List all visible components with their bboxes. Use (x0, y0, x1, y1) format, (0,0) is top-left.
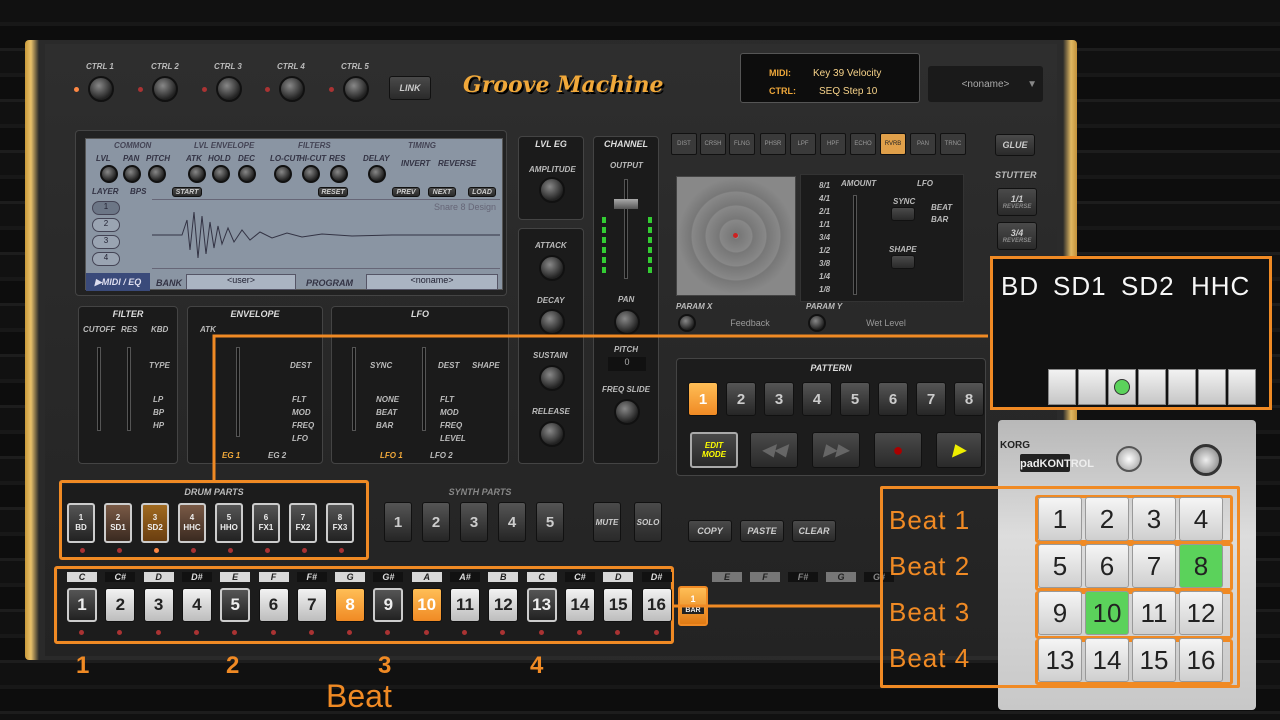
hw-pad-button[interactable]: 14 (1085, 638, 1129, 682)
hw-pad-button[interactable]: 12 (1179, 591, 1223, 635)
hw-pad-button[interactable]: 13 (1038, 638, 1082, 682)
hw-pad[interactable] (1198, 369, 1226, 405)
hw-pad-button[interactable]: 9 (1038, 591, 1082, 635)
pad-top-overlay: BD SD1 SD2 HHC (990, 256, 1272, 410)
hw-pad[interactable] (1108, 369, 1136, 405)
hw-pad-button[interactable]: 6 (1085, 544, 1129, 588)
hw-pad-button[interactable]: 8 (1179, 544, 1223, 588)
hw-pad-button[interactable]: 3 (1132, 497, 1176, 541)
device-name: padKONTROL (1020, 458, 1094, 470)
pad-label: SD1 (1053, 271, 1107, 301)
hw-pad[interactable] (1048, 369, 1076, 405)
hw-pad-button[interactable]: 4 (1179, 497, 1223, 541)
hw-pad[interactable] (1078, 369, 1106, 405)
hw-pad-button[interactable]: 2 (1085, 497, 1129, 541)
pad-label: SD2 (1121, 271, 1175, 301)
hw-pad[interactable] (1138, 369, 1166, 405)
green-dot-icon (1114, 379, 1130, 395)
hw-pad[interactable] (1228, 369, 1256, 405)
beat-row-label: Beat 2 (889, 551, 971, 581)
hw-pad-button[interactable]: 15 (1132, 638, 1176, 682)
hw-pad-button[interactable]: 7 (1132, 544, 1176, 588)
pad-label: HHC (1191, 271, 1251, 301)
beat-row-label: Beat 1 (889, 505, 971, 535)
hw-pad-button[interactable]: 10 (1085, 591, 1129, 635)
device-x-y-knob[interactable] (1190, 444, 1222, 476)
hw-pad[interactable] (1168, 369, 1196, 405)
hw-pad-button[interactable]: 11 (1132, 591, 1176, 635)
pad-label: BD (1001, 271, 1040, 301)
device-brand: KORG (1000, 440, 1030, 451)
hw-pad-button[interactable]: 16 (1179, 638, 1223, 682)
hw-pad-button[interactable]: 1 (1038, 497, 1082, 541)
beat-row-label: Beat 3 (889, 597, 971, 627)
beat-row-label: Beat 4 (889, 643, 971, 673)
hw-pad-button[interactable]: 5 (1038, 544, 1082, 588)
device-knob[interactable] (1116, 446, 1142, 472)
